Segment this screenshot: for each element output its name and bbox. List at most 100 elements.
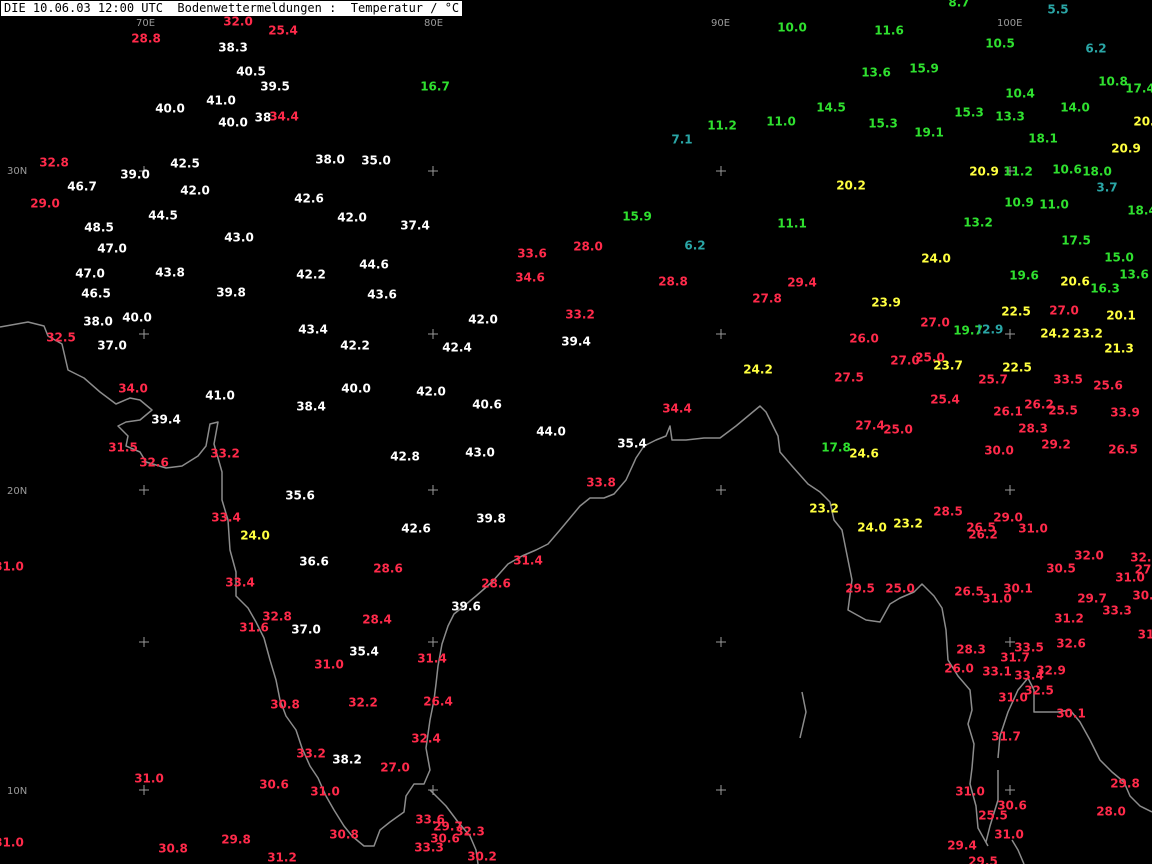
station-temperature: 15.3 xyxy=(868,117,898,131)
station-temperature: 31.0 xyxy=(1018,522,1048,536)
station-temperature: 40.6 xyxy=(472,398,502,412)
station-temperature: 15.0 xyxy=(1104,251,1134,265)
station-temperature: !2.9 xyxy=(977,323,1004,337)
station-temperature: 26.5 xyxy=(954,585,984,599)
station-temperature: 28.3 xyxy=(1018,422,1048,436)
station-temperature: 48.5 xyxy=(84,221,114,235)
station-temperature: 42.5 xyxy=(170,157,200,171)
station-temperature: 42.0 xyxy=(337,211,367,225)
station-temperature: 15.9 xyxy=(909,62,939,76)
station-temperature: 29.4 xyxy=(947,839,977,853)
station-temperature: 42.0 xyxy=(468,313,498,327)
lon-label-100e: 100E xyxy=(997,18,1022,29)
station-temperature: 31.0 xyxy=(955,785,985,799)
station-temperature: 32.0 xyxy=(1074,549,1104,563)
station-temperature: 19.1 xyxy=(914,126,944,140)
station-temperature: 26.5 xyxy=(1108,443,1138,457)
coastline-segment xyxy=(1011,839,1025,864)
station-temperature: 16.7 xyxy=(420,80,450,94)
station-temperature: 25.5 xyxy=(1048,404,1078,418)
station-temperature: 47.0 xyxy=(75,267,105,281)
station-temperature: 29.4 xyxy=(787,276,817,290)
station-temperature: 15.3 xyxy=(954,106,984,120)
station-temperature: 20.9 xyxy=(1111,142,1141,156)
station-temperature: 11.2 xyxy=(1003,165,1033,179)
station-temperature: 28.5 xyxy=(933,505,963,519)
station-observations: 32.025.428.838.340.539.540.041.040.0 3834… xyxy=(0,0,1152,864)
map-canvas: 70E 80E 90E 100E 30N 20N 10N 32.0 25.4 28.… xyxy=(0,0,1152,864)
station-temperature: 22.5 xyxy=(1001,305,1031,319)
station-temperature: 28.8 xyxy=(658,275,688,289)
grid-labels: 70E 80E 90E 100E 30N 20N 10N xyxy=(7,18,1022,797)
station-temperature: 32.8 xyxy=(39,156,69,170)
station-temperature: 31.0 xyxy=(310,785,340,799)
station-temperature: 14.5 xyxy=(816,101,846,115)
station-temperature: 39.8 xyxy=(476,512,506,526)
station-temperature: 25.4 xyxy=(930,393,960,407)
station-temperature: 7.1 xyxy=(671,133,692,147)
station-temperature: 27.0 xyxy=(1049,304,1079,318)
station-temperature: 35.4 xyxy=(349,645,379,659)
station-temperature: 46.7 xyxy=(67,180,97,194)
station-temperature: 11.0 xyxy=(766,115,796,129)
station-temperature: 47.0 xyxy=(97,242,127,256)
station-temperature: 27.8 xyxy=(752,292,782,306)
station-temperature: 18.1 xyxy=(1028,132,1058,146)
station-temperature: 20.6 xyxy=(1060,275,1090,289)
station-temperature: 34.4 xyxy=(269,110,299,124)
station-temperature: 30.0 xyxy=(984,444,1014,458)
station-temperature: 30.1 xyxy=(1056,707,1086,721)
station-temperature: 30.6 xyxy=(259,778,289,792)
station-temperature: 38.4 xyxy=(296,400,326,414)
station-temperature: 39.5 xyxy=(260,80,290,94)
station-temperature: 11.2 xyxy=(707,119,737,133)
station-temperature: 3.7 xyxy=(1096,181,1117,195)
lat-label-20n: 20N xyxy=(7,486,27,497)
station-temperature: 18.4 xyxy=(1127,204,1152,218)
station-temperature: 16.3 xyxy=(1090,282,1120,296)
station-temperature: 43.6 xyxy=(367,288,397,302)
station-temperature: 13.6 xyxy=(1119,268,1149,282)
lon-label-70e: 70E xyxy=(136,18,155,29)
station-temperature: 30.5 xyxy=(1046,562,1076,576)
station-temperature: 40.0 xyxy=(218,116,248,130)
station-temperature: 25.5 xyxy=(978,809,1008,823)
station-temperature: 29.8 xyxy=(1110,777,1140,791)
station-temperature: 6.2 xyxy=(1085,42,1106,56)
station-temperature: 32.0 xyxy=(223,15,253,29)
station-temperature: 42.6 xyxy=(401,522,431,536)
station-temperature: 26.4 xyxy=(423,695,453,709)
station-temperature: 27.4 xyxy=(855,419,885,433)
station-temperature: 27.0 xyxy=(920,316,950,330)
station-temperature: 35.6 xyxy=(285,489,315,503)
station-temperature: 34.4 xyxy=(662,402,692,416)
station-temperature: 42.2 xyxy=(296,268,326,282)
station-temperature: 40.0 xyxy=(341,382,371,396)
map-header: DIE 10.06.03 12:00 UTC Bodenwettermeldun… xyxy=(1,1,463,16)
station-temperature: 10.5 xyxy=(985,37,1015,51)
weather-map: 70E 80E 90E 100E 30N 20N 10N 32.0 25.4 28.… xyxy=(0,0,1152,864)
station-temperature: 32.4 xyxy=(411,732,441,746)
station-temperature: 40.0 xyxy=(122,311,152,325)
station-temperature: 17.4 xyxy=(1125,82,1152,96)
station-temperature: 39.4 xyxy=(151,413,181,427)
station-temperature: 33.3 xyxy=(414,841,444,855)
station-temperature: 41.0 xyxy=(205,389,235,403)
station-temperature: 31.0 xyxy=(1115,571,1145,585)
station-temperature: 36.6 xyxy=(299,555,329,569)
station-temperature: 37.0 xyxy=(291,623,321,637)
station-temperature: 32.6 xyxy=(139,456,169,470)
lon-label-90e: 90E xyxy=(711,18,730,29)
station-temperature: 24.0 xyxy=(240,529,270,543)
station-temperature: 38.0 xyxy=(315,153,345,167)
station-temperature: 38.3 xyxy=(218,41,248,55)
station-temperature: 43.4 xyxy=(298,323,328,337)
station-temperature: 31.7 xyxy=(991,730,1021,744)
station-temperature: 31.7 xyxy=(1000,651,1030,665)
station-temperature: 32.9 xyxy=(1036,664,1066,678)
station-temperature: 39.0 xyxy=(120,168,150,182)
station-temperature: 25.0 xyxy=(885,582,915,596)
station-temperature: 20.2 xyxy=(836,179,866,193)
station-temperature: 33.5 xyxy=(1053,373,1083,387)
station-temperature: 42.4 xyxy=(442,341,472,355)
